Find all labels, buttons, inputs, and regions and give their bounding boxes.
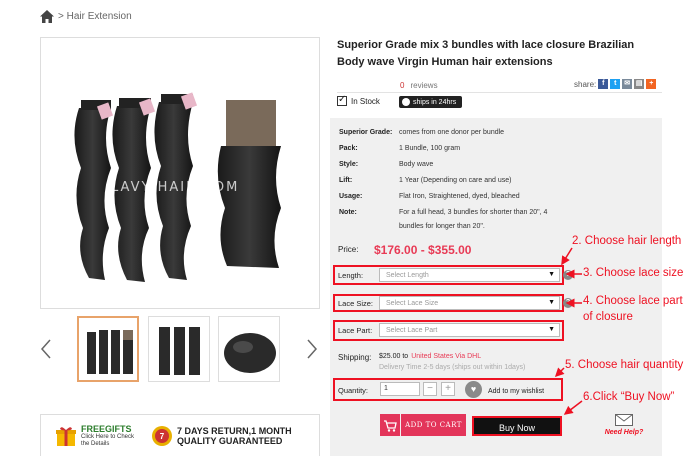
spec-value: comes from one donor per bundle bbox=[399, 129, 505, 136]
clock-icon bbox=[402, 98, 410, 106]
annotation-step2: 2. Choose hair length bbox=[572, 235, 682, 247]
share-label: share: bbox=[574, 79, 597, 89]
free-gifts-sub: Click Here to Check the Details bbox=[81, 433, 135, 447]
email-icon[interactable]: ✉ bbox=[622, 79, 633, 89]
breadcrumb-current[interactable]: > Hair Extension bbox=[58, 11, 132, 22]
annotation-step5: 5. Choose hair quantity bbox=[565, 359, 684, 371]
spec-key: Style: bbox=[339, 161, 359, 168]
spec-key: Lift: bbox=[339, 177, 353, 184]
spec-row: Pack: 1 Bundle, 100 gram bbox=[339, 144, 549, 153]
length-label: Length: bbox=[338, 271, 364, 280]
spec-value: Flat Iron, Straightened, dyed, bleached bbox=[399, 193, 520, 200]
chevron-left-icon[interactable] bbox=[40, 339, 52, 359]
wishlist-link[interactable]: Add to my wishlist bbox=[488, 388, 544, 395]
thumbnail-3[interactable] bbox=[218, 316, 280, 382]
spec-key: Usage: bbox=[339, 193, 363, 200]
chevron-down-icon: ▼ bbox=[548, 299, 555, 306]
specs-table: Superior Grade: comes from one donor per … bbox=[339, 128, 549, 241]
thumbnail-1[interactable] bbox=[77, 316, 139, 382]
home-icon[interactable] bbox=[40, 10, 54, 23]
guarantee-badge-icon: 7 bbox=[152, 425, 172, 446]
help-icon[interactable]: ? bbox=[563, 270, 573, 280]
instock-label: In Stock bbox=[351, 96, 380, 106]
length-placeholder: Select Length bbox=[386, 272, 429, 279]
title-divider bbox=[337, 92, 662, 93]
lace-size-select[interactable]: Select Lace Size ▼ bbox=[379, 296, 560, 310]
spec-value: 1 Year (Depending on care and use) bbox=[399, 177, 512, 184]
lace-size-label: Lace Size: bbox=[338, 299, 374, 308]
quantity-plus-button[interactable]: + bbox=[441, 382, 455, 396]
annotation-step3: 3. Choose lace size bbox=[583, 267, 684, 279]
need-help-label: Need Help? bbox=[604, 429, 644, 436]
svg-text:7: 7 bbox=[160, 432, 165, 441]
gift-icon bbox=[56, 426, 76, 446]
annotation-step4a: 4. Choose lace part bbox=[583, 295, 683, 307]
chevron-right-icon[interactable] bbox=[306, 339, 318, 359]
promo-banner: FREEGIFTS Click Here to Check the Detail… bbox=[40, 414, 320, 456]
annotation-step4b: of closure bbox=[583, 311, 633, 323]
length-select[interactable]: Select Length ▼ bbox=[379, 268, 560, 282]
return-title: 7 DAYS RETURN,1 MONTH bbox=[177, 425, 292, 436]
free-gifts-title: FREEGIFTS bbox=[81, 423, 132, 434]
heart-icon[interactable]: ♥ bbox=[465, 381, 482, 398]
spec-row: Usage: Flat Iron, Straightened, dyed, ble… bbox=[339, 192, 549, 201]
price-value: $176.00 - $355.00 bbox=[374, 243, 472, 257]
chevron-down-icon: ▼ bbox=[548, 326, 555, 333]
return-sub: QUALITY GUARANTEED bbox=[177, 435, 283, 446]
price-label: Price: bbox=[338, 245, 359, 254]
thumbnail-carousel bbox=[40, 313, 320, 388]
breadcrumb: > Hair Extension bbox=[40, 10, 132, 23]
shipping-label: Shipping: bbox=[338, 353, 372, 362]
spec-key: Superior Grade: bbox=[339, 129, 393, 136]
free-gifts-promo[interactable]: FREEGIFTS Click Here to Check the Detail… bbox=[55, 424, 143, 448]
plus-share-icon[interactable]: + bbox=[646, 79, 657, 89]
spec-row: Style: Body wave bbox=[339, 160, 549, 169]
image-watermark: LAVY HAIR.COM bbox=[111, 180, 240, 195]
share-bar: share: f t ✉ ▤ + bbox=[574, 79, 657, 89]
spec-value: For a full head, 3 bundles for shorter t… bbox=[399, 209, 548, 230]
quantity-label: Quantity: bbox=[338, 386, 369, 395]
quantity-input[interactable]: 1 bbox=[380, 382, 420, 396]
buy-now-button[interactable]: Buy Now bbox=[472, 416, 562, 436]
spec-row: Lift: 1 Year (Depending on care and use) bbox=[339, 176, 549, 185]
stock-status: In Stock bbox=[337, 94, 380, 106]
main-product-image[interactable]: LAVY HAIR.COM bbox=[40, 37, 320, 309]
return-guarantee-promo: 7 7 DAYS RETURN,1 MONTH QUALITY GUARANTE… bbox=[151, 425, 292, 447]
cart-icon[interactable] bbox=[380, 414, 400, 436]
lace-part-placeholder: Select Lace Part bbox=[386, 327, 438, 334]
lace-part-label: Lace Part: bbox=[338, 326, 373, 335]
shipping-value: $25.00 to United States Via DHL bbox=[379, 353, 481, 360]
spec-key: Note: bbox=[339, 209, 357, 216]
reviews-label: reviews bbox=[410, 81, 438, 90]
spec-row: Note: For a full head, 3 bundles for shor… bbox=[339, 208, 549, 234]
reviews-count: 0 bbox=[400, 81, 405, 90]
shipping-cost: $25.00 to bbox=[379, 353, 409, 360]
print-icon[interactable]: ▤ bbox=[634, 79, 645, 89]
add-to-cart-button[interactable]: ADD TO CART bbox=[401, 414, 466, 436]
product-title: Superior Grade mix 3 bundles with lace c… bbox=[337, 39, 635, 68]
spec-value: Body wave bbox=[399, 161, 434, 168]
quantity-minus-button[interactable]: − bbox=[423, 382, 437, 396]
chevron-down-icon: ▼ bbox=[548, 271, 555, 278]
ships-badge: ships in 24hrs bbox=[399, 96, 463, 108]
facebook-icon[interactable]: f bbox=[598, 79, 609, 89]
lace-size-placeholder: Select Lace Size bbox=[386, 300, 439, 307]
thumbnail-2[interactable] bbox=[148, 316, 210, 382]
shipping-destination[interactable]: United States Via DHL bbox=[411, 353, 481, 360]
spec-row: Superior Grade: comes from one donor per … bbox=[339, 128, 549, 137]
help-icon[interactable]: ? bbox=[563, 298, 573, 308]
spec-value: 1 Bundle, 100 gram bbox=[399, 145, 461, 152]
envelope-icon bbox=[615, 414, 633, 426]
instock-check-icon bbox=[337, 94, 347, 106]
annotation-step6: 6.Click “Buy Now” bbox=[583, 391, 675, 403]
spec-key: Pack: bbox=[339, 145, 358, 152]
lace-part-select[interactable]: Select Lace Part ▼ bbox=[379, 323, 560, 337]
delivery-time: Delivery Time 2-5 days (ships out within… bbox=[379, 364, 526, 371]
need-help[interactable]: Need Help? bbox=[600, 414, 648, 436]
ships-label: ships in 24hrs bbox=[413, 98, 457, 106]
reviews[interactable]: 0 reviews bbox=[400, 81, 438, 90]
hair-bundles-illustration bbox=[74, 92, 281, 282]
twitter-icon[interactable]: t bbox=[610, 79, 621, 89]
